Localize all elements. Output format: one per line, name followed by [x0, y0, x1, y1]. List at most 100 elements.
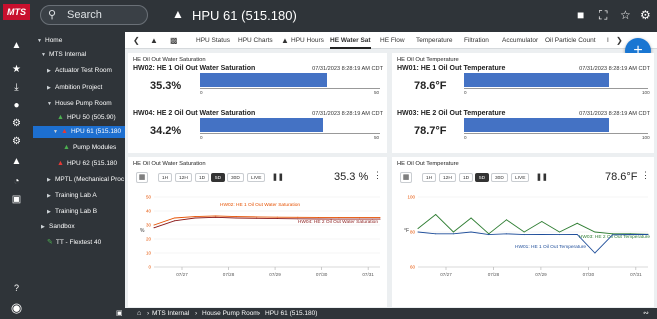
gauge-fill: [200, 118, 324, 132]
chevron-down-icon[interactable]: ▼: [47, 98, 55, 110]
help-icon[interactable]: ?: [0, 283, 33, 293]
tree-item[interactable]: ▲ Pump Modules: [33, 142, 125, 154]
app-root: MTS ▲ ★ ⤓ ● ⚙ ⚙ ▲ ◔ ▣ ? ◉ ⚲ Search ▲ HPU…: [0, 0, 657, 319]
current-value: 78.6°F: [605, 171, 638, 183]
pause-icon[interactable]: ❚❚: [536, 173, 548, 181]
tree-item[interactable]: ▼ Home: [33, 35, 125, 47]
tab-next-icon[interactable]: ❯: [616, 36, 623, 45]
network-icon[interactable]: ⚙: [0, 136, 33, 147]
gauge-name: HW03: HE 2 Oil Out Temperature: [397, 110, 506, 117]
data-point: [629, 233, 631, 235]
range-button[interactable]: 5D: [211, 173, 226, 182]
tree-item[interactable]: ▶ MPTL (Mechanical Proc: [33, 174, 125, 186]
tree-item-label: Home: [45, 37, 63, 44]
chart-menu-icon[interactable]: ⋮: [373, 170, 382, 181]
breadcrumb-item[interactable]: House Pump Room: [202, 308, 259, 319]
tree-item[interactable]: ▲ HPU 50 (505.90): [33, 112, 125, 124]
chevron-right-icon[interactable]: ▶: [47, 82, 55, 94]
tree-item[interactable]: ▶ Actuator Test Room: [33, 65, 125, 77]
chevron-right-icon[interactable]: ▶: [41, 221, 49, 233]
tab-temperature[interactable]: Temperature: [416, 32, 453, 49]
download-icon[interactable]: ⤓: [0, 82, 33, 93]
chevron-right-icon[interactable]: ▶: [47, 174, 55, 186]
pause-icon[interactable]: ❚❚: [272, 173, 284, 181]
lock-icon[interactable]: ■: [577, 8, 584, 22]
tab-oil-particle-count[interactable]: Oil Particle Count: [545, 32, 596, 49]
range-button[interactable]: 12H: [175, 173, 192, 182]
tree-item-label: Ambition Project: [55, 84, 103, 91]
sensor-icon-green: ✎: [47, 239, 53, 246]
tree-item-label: HPU 50 (505.90): [66, 114, 116, 121]
chevron-down-icon[interactable]: ▼: [53, 126, 61, 138]
tree-item-label: Pump Modules: [72, 144, 117, 151]
breadcrumb-item[interactable]: HPU 61 (515.180): [265, 308, 317, 319]
collapse-icon[interactable]: ▣: [116, 308, 123, 319]
account-icon[interactable]: ◉: [0, 300, 33, 316]
data-point: [452, 233, 454, 235]
range-button[interactable]: 1H: [422, 173, 437, 182]
user-icon[interactable]: ●: [0, 100, 33, 111]
fleet-icon[interactable]: ▲: [0, 156, 33, 167]
hpu-nav-icon[interactable]: ▲: [0, 40, 33, 51]
range-button[interactable]: LIVE: [511, 173, 530, 182]
range-button[interactable]: 30D: [227, 173, 244, 182]
tree-item-label: Training Lab A: [55, 192, 97, 199]
tree-item[interactable]: ▶ Ambition Project: [33, 82, 125, 94]
tree-item[interactable]: ✎ TT - Flextest 40: [33, 237, 125, 249]
gauge-value: 78.7°F: [414, 125, 447, 137]
tree-item[interactable]: ▲ HPU 62 (515.180: [33, 158, 125, 170]
tree-item[interactable]: ▶ Training Lab B: [33, 206, 125, 218]
monitor-icon[interactable]: ▣: [0, 194, 33, 205]
tree-item[interactable]: ▶ Training Lab A: [33, 190, 125, 202]
tab-he-flow[interactable]: HE Flow: [380, 32, 405, 49]
breadcrumb-item[interactable]: MTS Internal: [152, 308, 189, 319]
chevron-down-icon[interactable]: ▼: [41, 49, 49, 61]
range-button[interactable]: LIVE: [247, 173, 266, 182]
range-button[interactable]: 5D: [475, 173, 490, 182]
star-icon[interactable]: ☆: [620, 8, 631, 22]
range-button[interactable]: 30D: [491, 173, 508, 182]
calendar-icon[interactable]: ▦: [400, 172, 412, 183]
data-point: [379, 218, 381, 220]
tab-accumulator[interactable]: Accumulator: [502, 32, 538, 49]
search-input[interactable]: ⚲ Search: [40, 5, 148, 25]
gauge-tick-min: 0: [464, 90, 467, 95]
chevron-right-icon[interactable]: ▶: [47, 190, 55, 202]
gear-icon[interactable]: ⚙: [640, 8, 651, 22]
range-button[interactable]: 1D: [195, 173, 210, 182]
dashboard-icon[interactable]: ◔: [0, 176, 33, 187]
tab-prev-icon[interactable]: ❮: [133, 36, 140, 45]
tab-he-water-sat[interactable]: HE Water Sat: [330, 32, 371, 49]
range-button[interactable]: 1H: [158, 173, 173, 182]
tree-item[interactable]: ▼ House Pump Room: [33, 98, 125, 110]
tab-filtration[interactable]: Filtration: [464, 32, 489, 49]
tree-item[interactable]: ▼ MTS Internal: [33, 49, 125, 61]
hpu-tab-icon[interactable]: ▲: [150, 36, 158, 45]
breadcrumb-sep: ›: [147, 310, 150, 317]
data-point: [417, 231, 419, 233]
tab-hpu-charts[interactable]: HPU Charts: [238, 32, 273, 49]
tab-overflow[interactable]: I: [607, 32, 609, 49]
chart-menu-icon[interactable]: ⋮: [641, 170, 650, 181]
gauge-track: [200, 73, 380, 87]
y-tick-label: 60: [410, 265, 416, 270]
icon-rail: MTS ▲ ★ ⤓ ● ⚙ ⚙ ▲ ◔ ▣ ? ◉: [0, 0, 33, 319]
gauge-tab-icon[interactable]: ▩: [170, 36, 178, 45]
data-point: [488, 234, 490, 236]
data-point: [435, 214, 437, 215]
chevron-down-icon[interactable]: ▼: [37, 35, 45, 47]
tab-hpu-status[interactable]: HPU Status: [196, 32, 230, 49]
range-button[interactable]: 12H: [439, 173, 456, 182]
tree-item[interactable]: ▶ Sandbox: [33, 221, 125, 233]
chevron-right-icon[interactable]: ▶: [47, 65, 55, 77]
tree-item[interactable]: ▼ ▲ HPU 61 (515.180: [33, 126, 125, 138]
home-icon[interactable]: ⌂: [137, 308, 141, 319]
hpu-icon-red: ▲: [57, 160, 64, 167]
range-button[interactable]: 1D: [459, 173, 474, 182]
chevron-right-icon[interactable]: ▶: [47, 206, 55, 218]
fullscreen-icon[interactable]: ⛶: [599, 8, 607, 23]
calendar-icon[interactable]: ▦: [136, 172, 148, 183]
settings-icon[interactable]: ⚙: [0, 118, 33, 129]
tab-hpu-hours[interactable]: HPU Hours: [291, 32, 324, 49]
favorites-icon[interactable]: ★: [0, 64, 33, 75]
